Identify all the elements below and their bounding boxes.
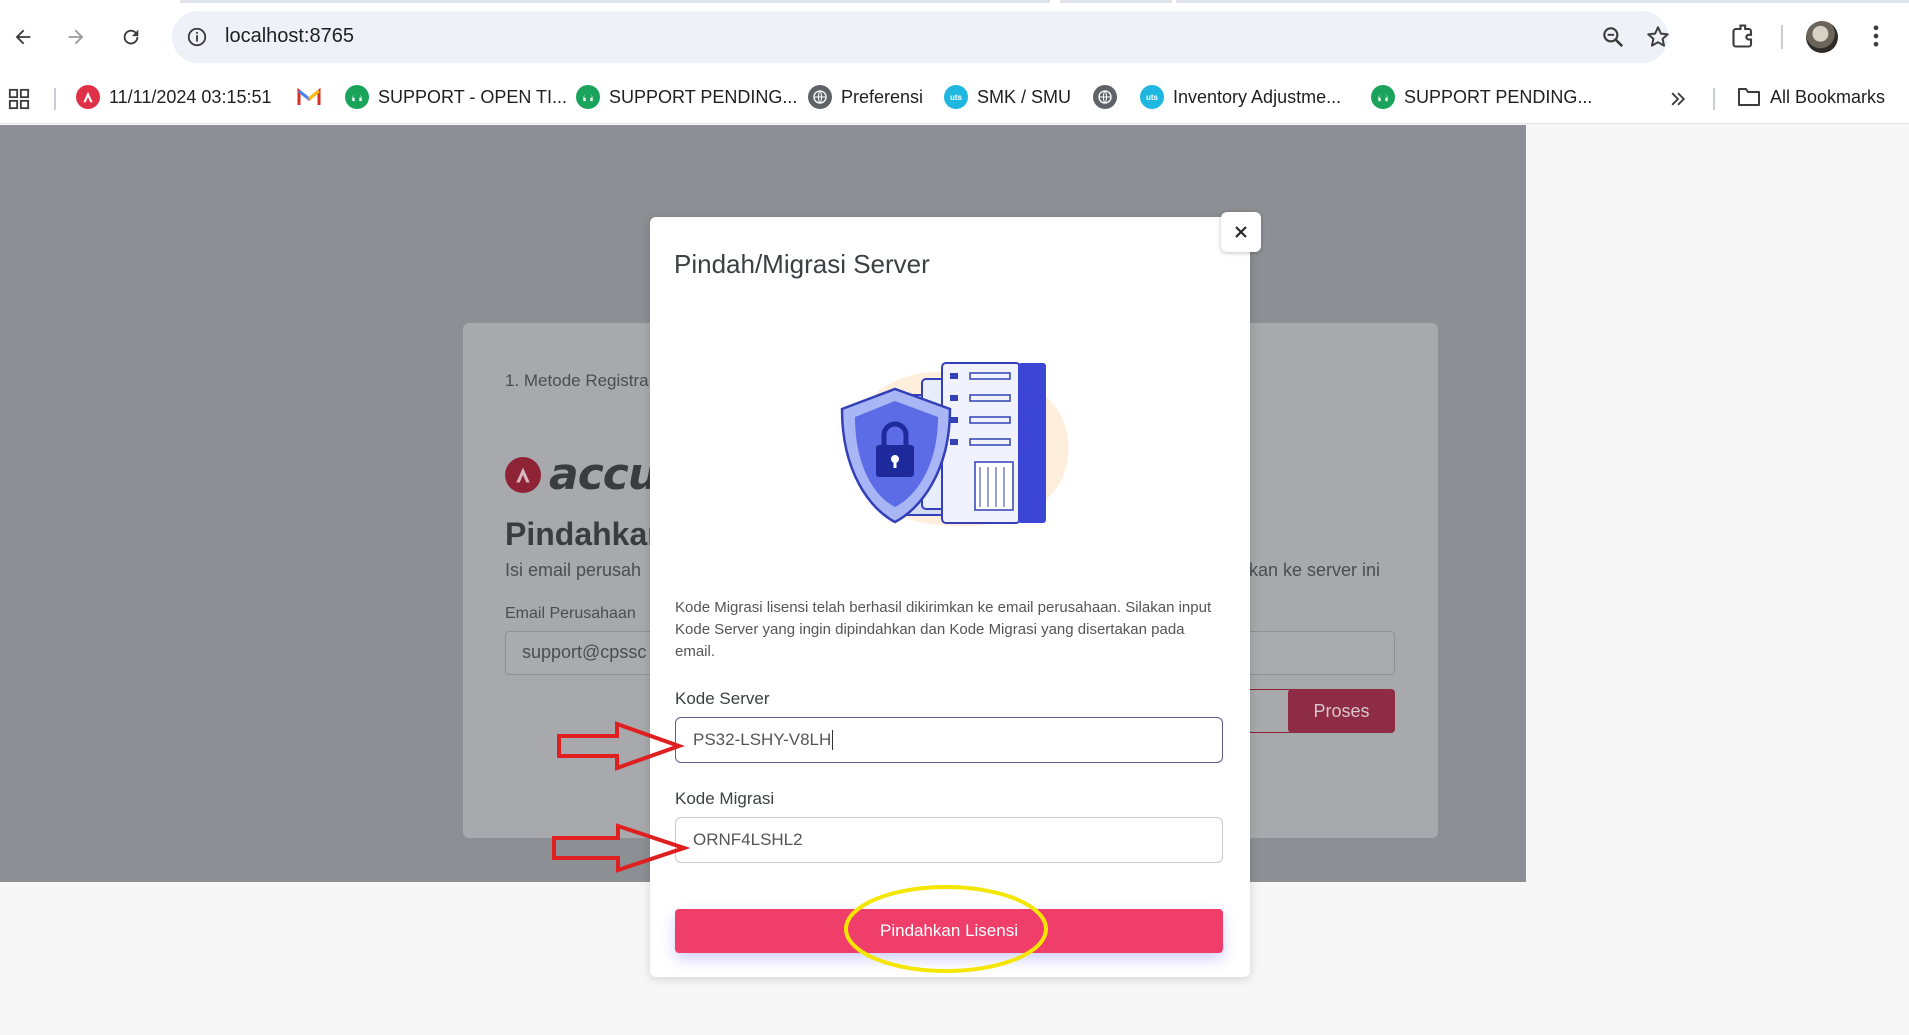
- bookmark-item[interactable]: SUPPORT PENDING...: [1371, 82, 1592, 112]
- back-button[interactable]: [6, 20, 40, 54]
- proses-button[interactable]: Proses: [1288, 689, 1395, 733]
- site-info-icon[interactable]: [186, 26, 208, 48]
- registration-description-tail: kan ke server ini: [1249, 560, 1381, 580]
- tab-strip-edge: [180, 0, 1050, 3]
- close-icon: [1235, 226, 1247, 238]
- bookmark-star-icon[interactable]: [1645, 24, 1671, 50]
- page-viewport: 1. Metode Registra accura Pindahkan Isi …: [0, 125, 1909, 1035]
- registration-title: Pindahkan: [505, 516, 667, 552]
- bookmarks-divider: [1713, 88, 1715, 110]
- apps-grid-icon[interactable]: [8, 88, 30, 110]
- arrow-left-icon: [15, 29, 31, 45]
- server-code-value: PS32-LSHY-V8LH: [693, 730, 832, 749]
- close-button[interactable]: [1221, 212, 1261, 252]
- forward-button[interactable]: [59, 20, 93, 54]
- bookmark-item[interactable]: [1093, 82, 1117, 112]
- bookmark-label: SUPPORT PENDING...: [609, 86, 798, 107]
- bookmark-label: SUPPORT PENDING...: [1404, 86, 1593, 107]
- bookmark-item[interactable]: [297, 82, 321, 112]
- profile-avatar[interactable]: [1806, 21, 1838, 53]
- toolbar-divider: [1781, 25, 1783, 49]
- address-bar[interactable]: localhost:8765: [172, 11, 1671, 63]
- globe-icon: [1093, 85, 1117, 109]
- email-field-tail[interactable]: [1249, 631, 1395, 675]
- bookmark-label: SMK / SMU: [977, 86, 1072, 107]
- uts-icon: uts: [1140, 85, 1164, 109]
- server-security-illustration-icon: [840, 362, 1069, 527]
- bookmark-label: 11/11/2024 03:15:51: [109, 86, 272, 107]
- bookmark-label: SUPPORT - OPEN TI...: [378, 86, 568, 107]
- uts-icon: uts: [944, 85, 968, 109]
- bookmark-item[interactable]: SUPPORT - OPEN TI...: [345, 82, 567, 112]
- reload-button[interactable]: [114, 20, 148, 54]
- bookmark-item[interactable]: Preferensi: [808, 82, 923, 112]
- accurate-logo-mark-icon: [505, 456, 541, 493]
- reload-icon: [123, 29, 139, 45]
- extensions-icon[interactable]: [1730, 22, 1758, 50]
- step-label: 1. Metode Registra: [505, 371, 649, 390]
- support-icon: [345, 85, 369, 109]
- server-code-label: Kode Server: [675, 689, 770, 708]
- bookmark-item[interactable]: SUPPORT PENDING...: [576, 82, 797, 112]
- gmail-icon: [297, 85, 321, 109]
- more-menu-icon[interactable]: [1862, 22, 1890, 50]
- accurate-icon: [76, 85, 100, 109]
- chevron-double-right-icon[interactable]: [1668, 89, 1688, 109]
- tab-strip-edge: [1176, 0, 1909, 3]
- browser-toolbar: localhost:8765: [0, 0, 1909, 74]
- modal-description: Kode Migrasi lisensi telah berhasil diki…: [675, 599, 1212, 660]
- url-text[interactable]: localhost:8765: [225, 25, 354, 48]
- bookmark-label: Inventory Adjustme...: [1173, 86, 1342, 107]
- globe-icon: [808, 85, 832, 109]
- text-caret: [832, 730, 834, 750]
- bookmark-item[interactable]: uts Inventory Adjustme...: [1140, 82, 1341, 112]
- bookmarks-bar: 11/11/2024 03:15:51 SUPPORT - OPEN TI...…: [0, 74, 1909, 124]
- bookmark-label: Preferensi: [841, 86, 924, 107]
- modal-title: Pindah/Migrasi Server: [674, 249, 930, 279]
- all-bookmarks-label: All Bookmarks: [1770, 86, 1886, 107]
- support-icon: [1371, 85, 1395, 109]
- all-bookmarks-button[interactable]: All Bookmarks: [1737, 82, 1885, 112]
- tab-strip-edge: [1060, 0, 1172, 3]
- server-code-input[interactable]: PS32-LSHY-V8LH: [675, 717, 1223, 763]
- arrow-right-icon: [68, 29, 84, 45]
- migration-code-label: Kode Migrasi: [675, 789, 775, 808]
- migration-modal: Pindah/Migrasi Server Kode Migrasi lisen…: [650, 212, 1261, 977]
- bookmark-item[interactable]: 11/11/2024 03:15:51: [76, 82, 271, 112]
- support-icon: [576, 85, 600, 109]
- bookmarks-divider: [54, 88, 56, 110]
- zoom-icon[interactable]: [1600, 24, 1626, 50]
- move-license-button[interactable]: Pindahkan Lisensi: [675, 909, 1223, 953]
- email-label: Email Perusahaan: [505, 605, 636, 622]
- registration-description: Isi email perusah: [505, 560, 642, 580]
- folder-icon: [1738, 88, 1760, 106]
- bookmark-item[interactable]: uts SMK / SMU: [944, 82, 1071, 112]
- migration-code-input[interactable]: ORNF4LSHL2: [675, 817, 1223, 863]
- migration-code-value: ORNF4LSHL2: [693, 830, 803, 849]
